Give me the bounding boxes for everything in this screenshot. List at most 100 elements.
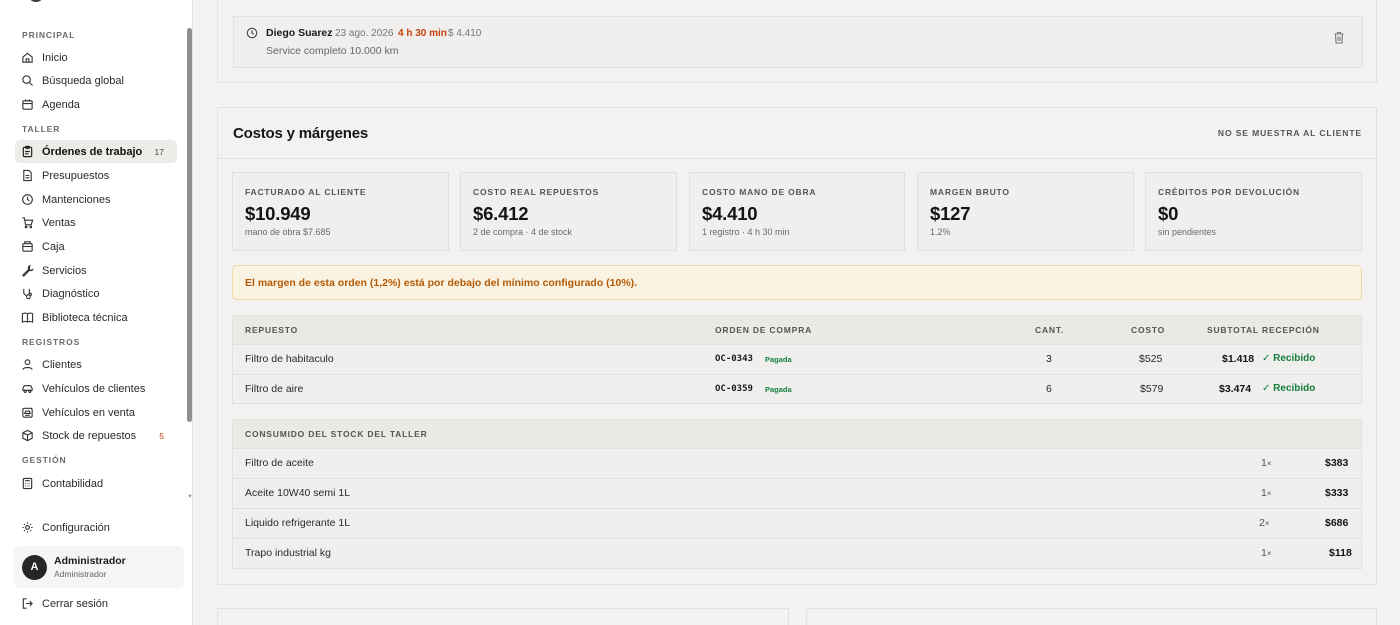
- status-badge: Pagada: [765, 385, 792, 394]
- cell-total: $118: [1329, 547, 1352, 559]
- divider: [233, 448, 1361, 449]
- margin-warning-alert: El margen de esta orden (1,2%) está por …: [232, 265, 1362, 300]
- cell-part: Liquido refrigerante 1L: [245, 517, 351, 529]
- scrollbar-thumb[interactable]: [187, 28, 192, 422]
- internal-note: NO SE MUESTRA AL CLIENTE: [1217, 128, 1362, 138]
- cell-qty: 1×: [1261, 487, 1272, 499]
- sidebar-item-vehiculos-venta[interactable]: Vehículos en venta: [15, 401, 177, 424]
- sidebar-item-stock[interactable]: Stock de repuestos 5: [15, 424, 177, 447]
- divider: [233, 508, 1361, 509]
- car-icon: [22, 385, 33, 393]
- cell-total: $686: [1325, 517, 1349, 529]
- sidebar: PRINCIPAL Inicio Búsqueda global Agenda …: [0, 0, 193, 625]
- reception-status: ✓ Recibido: [1262, 353, 1316, 364]
- divider: [233, 344, 1361, 345]
- stat-sub: mano de obra $7.685: [245, 227, 331, 237]
- entry-description: Service completo 10.000 km: [266, 45, 399, 57]
- col-header-po: ORDEN DE COMPRA: [715, 325, 813, 335]
- col-header-qty: CANT.: [1035, 325, 1065, 335]
- stethoscope-icon: [23, 288, 32, 300]
- sidebar-item-label: Vehículos de clientes: [42, 382, 146, 395]
- sidebar-item-presupuestos[interactable]: Presupuestos: [15, 164, 177, 187]
- document-icon: [23, 169, 32, 182]
- cart-icon: [22, 217, 34, 229]
- sidebar-item-label: Contabilidad: [42, 477, 104, 490]
- logout-link[interactable]: Cerrar sesión: [15, 592, 177, 615]
- cell-cost: $525: [1139, 353, 1163, 365]
- stat-value: $127: [930, 203, 971, 224]
- sidebar-item-servicios[interactable]: Servicios: [15, 259, 177, 282]
- sidebar-item-label: Servicios: [42, 264, 87, 277]
- cell-part: Filtro de habitaculo: [245, 353, 334, 365]
- sidebar-item-label: Clientes: [42, 358, 82, 371]
- sidebar-item-label: Búsqueda global: [42, 74, 124, 87]
- clock-icon: [22, 194, 33, 205]
- sidebar-item-vehiculos-clientes[interactable]: Vehículos de clientes: [15, 377, 177, 400]
- cell-subtotal: $3.474: [1219, 383, 1252, 395]
- stat-parts-cost: COSTO REAL REPUESTOS $6.412 2 de compra …: [460, 172, 677, 251]
- sidebar-item-agenda[interactable]: Agenda: [15, 93, 177, 116]
- stat-labor-cost: COSTO MANO DE OBRA $4.410 1 registro · 4…: [689, 172, 905, 251]
- divider: [233, 478, 1361, 479]
- user-role: Administrador: [54, 569, 107, 579]
- sidebar-item-inicio[interactable]: Inicio: [15, 46, 177, 69]
- stat-value: $4.410: [702, 203, 758, 224]
- sidebar-item-biblioteca[interactable]: Biblioteca técnica: [15, 306, 177, 329]
- sidebar-item-label: Agenda: [42, 98, 80, 111]
- stat-sub: 1.2%: [930, 227, 951, 237]
- sidebar-item-mantenciones[interactable]: Mantenciones: [15, 188, 177, 211]
- cell-po-link[interactable]: OC-0359: [715, 384, 753, 394]
- sidebar-nav[interactable]: PRINCIPAL Inicio Búsqueda global Agenda …: [0, 22, 186, 500]
- sidebar-scrollbar[interactable]: ▼: [186, 22, 193, 500]
- trash-icon[interactable]: [1333, 31, 1345, 44]
- cell-part: Filtro de aceite: [245, 457, 314, 469]
- cell-total: $333: [1325, 487, 1349, 499]
- cell-po-link[interactable]: OC-0343: [715, 354, 753, 364]
- labor-entry: Diego Suarez 23 ago. 2026 4 h 30 min $ 4…: [233, 16, 1363, 68]
- cell-part: Filtro de aire: [245, 383, 304, 395]
- sidebar-item-label: Inicio: [42, 51, 68, 64]
- sidebar-item-contabilidad[interactable]: Contabilidad: [15, 472, 177, 495]
- search-icon: [22, 75, 34, 87]
- entry-duration: 4 h 30 min: [398, 28, 447, 39]
- sidebar-item-busqueda[interactable]: Búsqueda global: [15, 69, 177, 92]
- sidebar-item-label: Mantenciones: [42, 193, 111, 206]
- sidebar-item-caja[interactable]: Caja: [15, 235, 177, 258]
- divider: [233, 374, 1361, 375]
- sidebar-item-label: Vehículos en venta: [42, 406, 135, 419]
- user-icon: [22, 359, 33, 370]
- cell-total: $383: [1325, 457, 1349, 469]
- package-icon: [22, 429, 33, 442]
- alert-text: El margen de esta orden (1,2%) está por …: [245, 276, 638, 289]
- scroll-down-arrow-icon[interactable]: ▼: [187, 494, 193, 500]
- status-badge: Pagada: [765, 355, 792, 364]
- cell-part: Aceite 10W40 semi 1L: [245, 487, 351, 499]
- stat-gross-margin: MARGEN BRUTO $127 1.2%: [917, 172, 1134, 251]
- cell-qty: 2×: [1259, 517, 1270, 529]
- col-header-subtotal: SUBTOTAL: [1207, 325, 1259, 335]
- calculator-icon: [22, 477, 33, 490]
- labor-card: Diego Suarez 23 ago. 2026 4 h 30 min $ 4…: [217, 0, 1377, 83]
- wrench-icon: [22, 264, 34, 277]
- sidebar-item-label: Presupuestos: [42, 169, 110, 182]
- sidebar-item-ordenes[interactable]: Órdenes de trabajo 17: [15, 140, 177, 163]
- sidebar-item-ventas[interactable]: Ventas: [15, 211, 177, 234]
- sidebar-item-diagnostico[interactable]: Diagnóstico: [15, 282, 177, 305]
- settings-link[interactable]: Configuración: [15, 516, 177, 539]
- count-badge: 5: [159, 430, 164, 441]
- logout-label: Cerrar sesión: [42, 597, 109, 610]
- stat-return-credits: CRÉDITOS POR DEVOLUCIÓN $0 sin pendiente…: [1145, 172, 1362, 251]
- stat-billed: FACTURADO AL CLIENTE $10.949 mano de obr…: [232, 172, 449, 251]
- bottom-card-right: [806, 608, 1377, 625]
- clipboard-icon: [22, 145, 33, 158]
- logo-icon: [30, 0, 42, 2]
- sidebar-item-label: Stock de repuestos: [42, 429, 137, 442]
- entry-amount: $ 4.410: [448, 28, 482, 39]
- sidebar-item-clientes[interactable]: Clientes: [15, 353, 177, 376]
- stat-label: MARGEN BRUTO: [930, 187, 1010, 197]
- cell-qty: 1×: [1261, 547, 1272, 559]
- purchase-parts-table: REPUESTO ORDEN DE COMPRA CANT. COSTO SUB…: [232, 315, 1362, 404]
- sidebar-item-label: Diagnóstico: [42, 287, 100, 300]
- cell-subtotal: $1.418: [1222, 353, 1255, 365]
- user-card[interactable]: A Administrador Administrador: [14, 546, 184, 588]
